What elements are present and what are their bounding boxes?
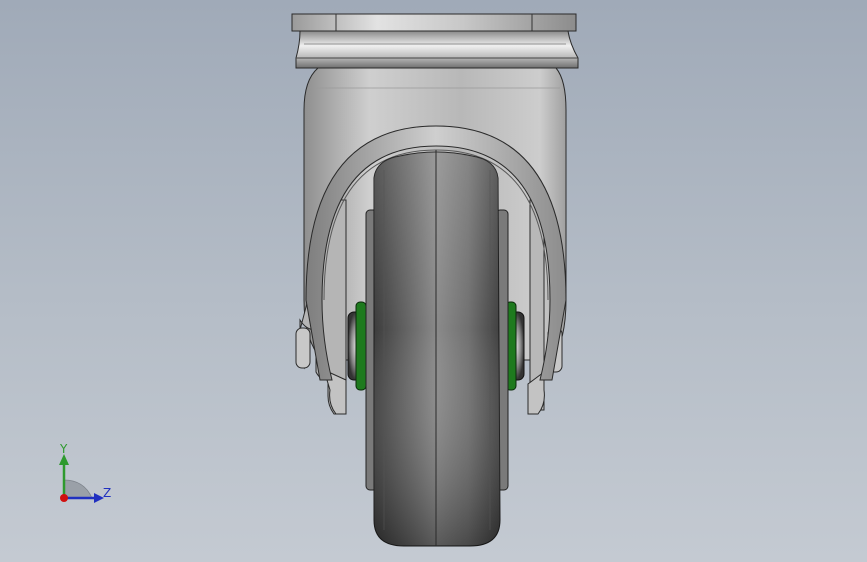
reference-triad <box>59 454 104 503</box>
top-plate[interactable] <box>291 13 577 32</box>
caster-wheel-model[interactable] <box>0 0 867 562</box>
left-axle-hub[interactable] <box>347 301 367 391</box>
right-axle-hub[interactable] <box>505 301 525 391</box>
y-axis-label: Y <box>60 442 68 456</box>
graphics-viewport[interactable]: Y Z <box>0 0 867 562</box>
x-axis-origin-icon <box>60 494 68 502</box>
triad-plane-indicator <box>63 479 93 499</box>
z-axis-label: Z <box>103 486 112 500</box>
wheel[interactable] <box>365 150 509 547</box>
swivel-collar[interactable] <box>295 30 579 69</box>
